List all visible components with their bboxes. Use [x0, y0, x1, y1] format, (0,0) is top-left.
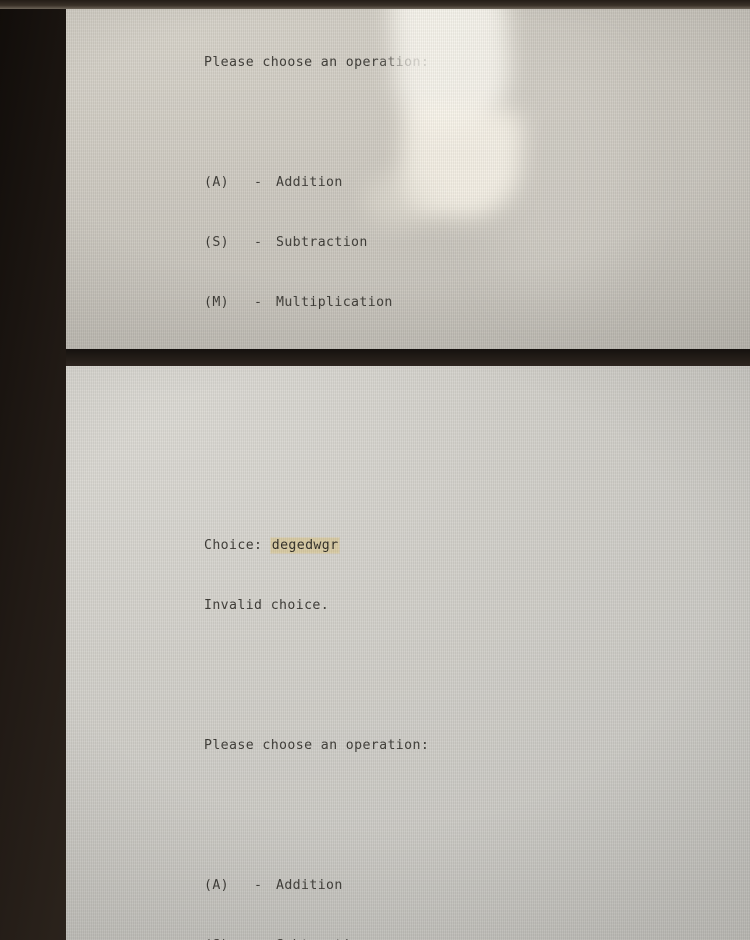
menu-prompt-2: Please choose an operation:: [204, 738, 430, 753]
menu-option-m[interactable]: (M) - Multiplication: [204, 293, 551, 313]
top-terminal-panel: Please choose an operation: (A) - Addition…: [64, 7, 750, 351]
menu-option-a-key: (A): [204, 175, 230, 190]
menu-option-s[interactable]: (S) - Subtraction: [204, 233, 551, 253]
menu-option-m-label: Multiplication: [276, 295, 393, 310]
menu-option-a-label: Addition: [276, 175, 343, 190]
menu2-option-a-label: Addition: [276, 878, 343, 893]
menu-option-s-key: (S): [204, 235, 230, 250]
menu2-option-s-key: (S): [204, 936, 254, 940]
menu2-option-s-dash: -: [254, 936, 276, 940]
menu-prompt: Please choose an operation:: [204, 55, 430, 70]
bottom-terminal-output: Choice: degedwgr Invalid choice. Please …: [204, 476, 551, 940]
menu-option-s-label: Subtraction: [276, 235, 368, 250]
menu-option-a-dash: -: [254, 175, 263, 190]
menu-option-a[interactable]: (A) - Addition: [204, 173, 551, 193]
terminal-photo-screenshot: Please choose an operation: (A) - Addition…: [0, 0, 750, 940]
menu-option-m-key: (M): [204, 295, 230, 310]
menu2-option-a[interactable]: (A) - Addition: [204, 876, 551, 896]
choice-label: Choice:: [204, 538, 263, 553]
choice-line-invalid: Choice: degedwgr: [204, 536, 551, 556]
choice-input-invalid[interactable]: degedwgr: [270, 538, 340, 553]
invalid-choice-message: Invalid choice.: [204, 598, 330, 613]
menu2-option-s[interactable]: (S)-Subtraction: [204, 936, 551, 940]
monitor-bezel-divider: [62, 349, 750, 366]
menu-option-s-dash: -: [254, 235, 263, 250]
bottom-terminal-panel: Choice: degedwgr Invalid choice. Please …: [64, 364, 750, 940]
menu2-option-a-key: (A): [204, 878, 230, 893]
monitor-bezel-left: [0, 0, 66, 940]
top-terminal-output: Please choose an operation: (A) - Addition…: [204, 13, 551, 351]
menu2-option-a-dash: -: [254, 878, 263, 893]
menu-option-m-dash: -: [254, 295, 263, 310]
monitor-bezel-top: [0, 0, 750, 9]
